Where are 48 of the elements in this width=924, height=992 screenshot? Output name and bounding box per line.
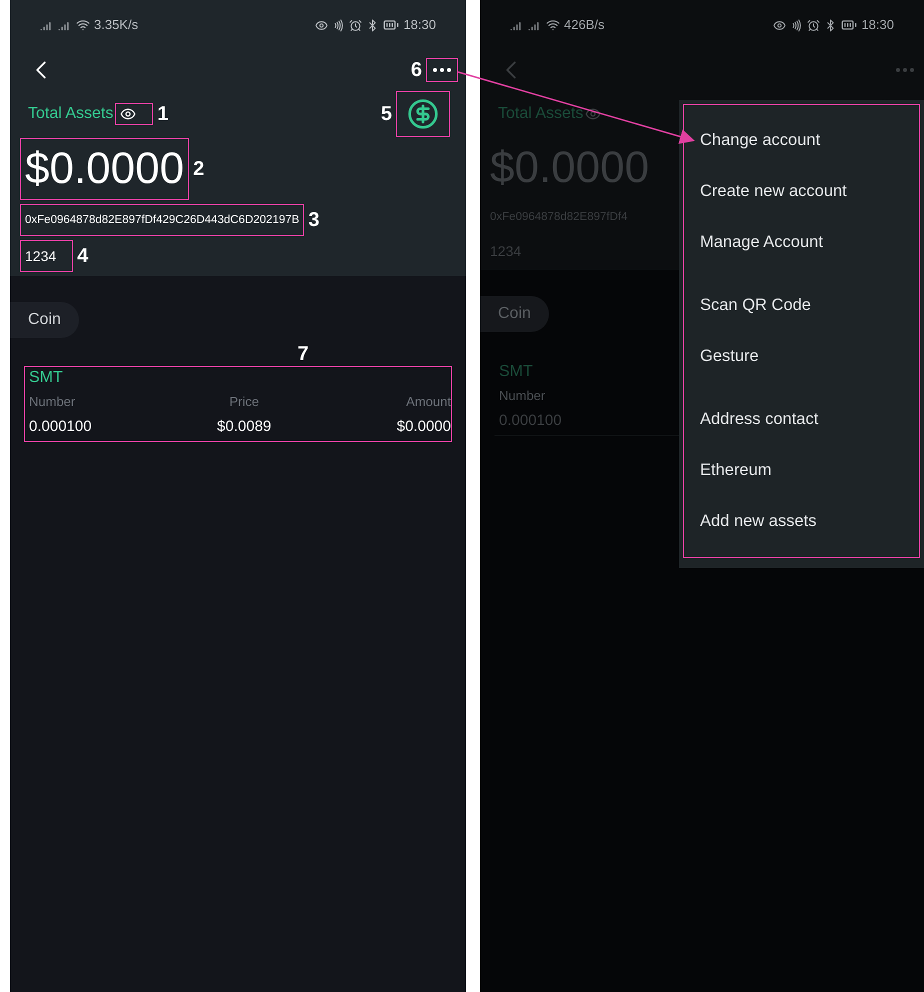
callout-number: 7 (297, 344, 309, 364)
callout-number: 3 (308, 210, 320, 230)
network-speed: 3.35K/s (94, 16, 138, 34)
column-value: 0.000100 (29, 417, 92, 437)
wifi-icon (76, 18, 90, 32)
asset-symbol: SMT (498, 362, 534, 382)
nfc-icon (332, 18, 346, 32)
network-speed: 426B/s (564, 16, 604, 34)
alarm-icon (349, 18, 362, 32)
menu-item[interactable]: Scan QR Code (684, 280, 919, 331)
callout-number: 5 (380, 104, 392, 124)
dollar-coin-icon (407, 98, 439, 130)
menu-item[interactable]: Change account (684, 115, 919, 166)
callout-number: 2 (193, 159, 204, 179)
total-assets-label: Total Assets (28, 104, 114, 124)
column-label: Number (499, 387, 546, 405)
menu-item[interactable]: Add new assets (684, 496, 919, 547)
column-value: $0.0000 (396, 417, 451, 437)
ellipsis-icon (896, 68, 914, 72)
asset-symbol: SMT (28, 368, 64, 388)
menu-item[interactable]: Manage Account (684, 217, 919, 268)
nfc-icon (790, 18, 804, 32)
ellipsis-icon (433, 68, 451, 72)
eye-icon (773, 18, 786, 32)
total-assets-label: Total Assets (498, 104, 584, 124)
clock-time: 18:30 (861, 16, 894, 34)
menu-item[interactable]: Create new account (684, 166, 919, 217)
column-label: Amount (406, 393, 451, 411)
eye-icon (315, 18, 328, 32)
balance-amount: $0.0000 (25, 143, 184, 195)
callout-number: 1 (157, 104, 168, 124)
menu-item[interactable]: Ethereum (684, 445, 919, 496)
clock-time: 18:30 (403, 16, 436, 34)
wifi-icon (546, 18, 560, 32)
column-value: 0.000100 (499, 411, 562, 431)
menu-item[interactable]: Gesture (684, 331, 919, 382)
eye-icon (120, 106, 136, 122)
column-label: Number (29, 393, 76, 411)
callout-number: 6 (410, 60, 422, 80)
alarm-icon (807, 18, 820, 32)
column-label: Price (229, 393, 259, 411)
coin-tab[interactable]: Coin (10, 302, 79, 338)
wallet-address: 0xFe0964878d82E897fDf429C26D443dC6D202197B (25, 213, 300, 228)
callout-number: 4 (77, 246, 88, 266)
account-name: 1234 (25, 247, 58, 266)
menu-item[interactable]: Address contact (684, 394, 919, 445)
column-value: $0.0089 (217, 417, 272, 437)
eye-icon (585, 106, 602, 122)
